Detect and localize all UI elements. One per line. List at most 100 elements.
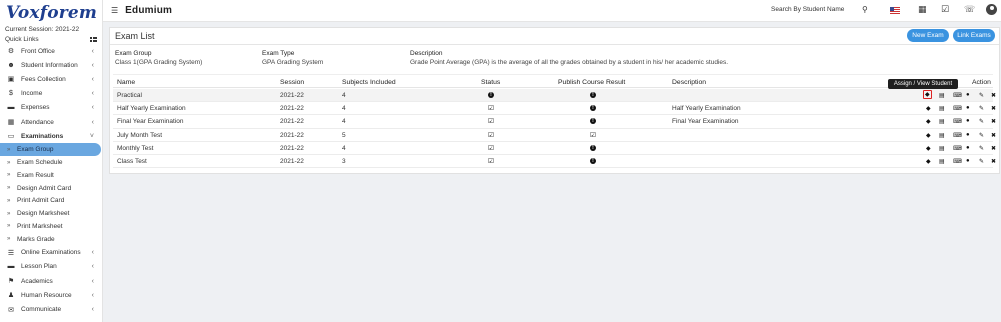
sidebar-item-icon: ⚙ bbox=[7, 48, 15, 56]
sidebar-item-attendance[interactable]: ▦ Attendance ‹ bbox=[0, 115, 102, 129]
submenu-marks-grade[interactable]: » Marks Grade bbox=[0, 233, 102, 246]
description-value: Grade Point Average (GPA) is the average… bbox=[410, 58, 729, 66]
comment-icon[interactable]: ● bbox=[966, 92, 970, 98]
submenu-exam-result[interactable]: » Exam Result bbox=[0, 169, 102, 182]
submenu-exam-group[interactable]: » Exam Group bbox=[0, 143, 101, 157]
publish-info-icon: ! bbox=[590, 118, 596, 125]
sidebar-item-communicate[interactable]: ✉ Communicate ‹ bbox=[0, 302, 102, 316]
subjects-count: 3 bbox=[342, 157, 346, 165]
pencil-icon[interactable]: ✎ bbox=[979, 92, 984, 99]
tag-icon[interactable]: ◆ bbox=[926, 105, 931, 112]
exam-description: Half Yearly Examination bbox=[672, 105, 741, 113]
sidebar-item-human-resource[interactable]: ♟ Human Resource ‹ bbox=[0, 288, 102, 302]
comment-icon[interactable]: ● bbox=[966, 158, 970, 164]
keyboard-icon[interactable]: ⌨ bbox=[953, 118, 962, 125]
submenu-print-marksheet[interactable]: » Print Marksheet bbox=[0, 220, 102, 233]
keyboard-icon[interactable]: ⌨ bbox=[953, 145, 962, 152]
keyboard-icon[interactable]: ⌨ bbox=[953, 158, 962, 165]
double-chevron-icon: » bbox=[7, 159, 11, 166]
chevron-icon: ‹ bbox=[91, 249, 94, 257]
tasks-icon[interactable]: ☑ bbox=[941, 4, 949, 15]
menu-toggle-icon[interactable]: ☰ bbox=[111, 6, 118, 15]
pencil-icon[interactable]: ✎ bbox=[979, 132, 984, 139]
pencil-icon[interactable]: ✎ bbox=[979, 118, 984, 125]
col-status[interactable]: Status bbox=[481, 79, 500, 86]
sidebar-item-academics[interactable]: ⚑ Academics ‹ bbox=[0, 274, 102, 288]
sidebar-item-student-information[interactable]: ☻ Student Information ‹ bbox=[0, 58, 102, 72]
status-check-icon: ☑ bbox=[488, 157, 494, 165]
search-icon[interactable]: ⚲ bbox=[862, 5, 868, 14]
close-icon[interactable]: ✖ bbox=[991, 132, 996, 139]
book-icon[interactable]: ▤ bbox=[939, 132, 945, 139]
link-exams-button[interactable]: Link Exams bbox=[953, 29, 995, 42]
book-icon[interactable]: ▤ bbox=[939, 158, 945, 165]
submenu-design-admit-card[interactable]: » Design Admit Card bbox=[0, 182, 102, 195]
chevron-icon: ‹ bbox=[91, 90, 94, 98]
language-flag-icon[interactable] bbox=[890, 7, 900, 14]
submenu-label: Exam Result bbox=[17, 171, 54, 179]
publish-check-icon: ☑ bbox=[590, 131, 596, 139]
sidebar-item-online-examinations[interactable]: ☰ Online Examinations ‹ bbox=[0, 246, 102, 260]
double-chevron-icon: » bbox=[7, 146, 11, 153]
grid-icon[interactable] bbox=[90, 36, 97, 43]
col-subjects[interactable]: Subjects Included bbox=[342, 79, 396, 86]
sidebar-item-income[interactable]: $ Income ‹ bbox=[0, 87, 102, 101]
exam-name: July Month Test bbox=[117, 131, 163, 139]
new-exam-button[interactable]: New Exam bbox=[907, 29, 949, 42]
whatsapp-icon[interactable]: ☏ bbox=[964, 4, 975, 15]
tag-icon[interactable]: ◆ bbox=[926, 132, 931, 139]
tag-icon[interactable]: ◆ bbox=[926, 158, 931, 165]
subjects-count: 4 bbox=[342, 92, 346, 99]
col-publish[interactable]: Publish Course Result bbox=[558, 79, 625, 86]
submenu-exam-schedule[interactable]: » Exam Schedule bbox=[0, 156, 102, 169]
calendar-icon[interactable]: ▦ bbox=[918, 4, 927, 15]
exam-description: Final Year Examination bbox=[672, 118, 739, 126]
keyboard-icon[interactable]: ⌨ bbox=[953, 105, 962, 112]
table-row: Half Yearly Examination 2021-22 4 ☑! Half Ye… bbox=[113, 102, 996, 116]
sidebar-item-front-office[interactable]: ⚙ Front Office ‹ bbox=[0, 44, 102, 58]
comment-icon[interactable]: ● bbox=[966, 145, 970, 151]
chevron-icon: ‹ bbox=[91, 291, 94, 299]
close-icon[interactable]: ✖ bbox=[991, 158, 996, 165]
col-name[interactable]: Name bbox=[117, 79, 135, 86]
book-icon[interactable]: ▤ bbox=[939, 118, 945, 125]
close-icon[interactable]: ✖ bbox=[991, 145, 996, 152]
search-input[interactable]: Search By Student Name bbox=[771, 5, 854, 17]
sidebar-item-lesson-plan[interactable]: ▬ Lesson Plan ‹ bbox=[0, 260, 102, 274]
quick-links[interactable]: Quick Links bbox=[0, 33, 102, 44]
book-icon[interactable]: ▤ bbox=[939, 145, 945, 152]
chevron-icon: ‹ bbox=[91, 61, 94, 69]
submenu-design-marksheet[interactable]: » Design Marksheet bbox=[0, 207, 102, 220]
pencil-icon[interactable]: ✎ bbox=[979, 145, 984, 152]
sidebar-item-label: Academics bbox=[21, 277, 53, 285]
comment-icon[interactable]: ● bbox=[966, 132, 970, 138]
comment-icon[interactable]: ● bbox=[966, 118, 970, 124]
close-icon[interactable]: ✖ bbox=[991, 92, 996, 99]
close-icon[interactable]: ✖ bbox=[991, 118, 996, 125]
tag-icon[interactable]: ◆ bbox=[923, 90, 932, 99]
keyboard-icon[interactable]: ⌨ bbox=[953, 132, 962, 139]
tag-icon[interactable]: ◆ bbox=[926, 118, 931, 125]
close-icon[interactable]: ✖ bbox=[991, 105, 996, 112]
comment-icon[interactable]: ● bbox=[966, 105, 970, 111]
sidebar-item-fees-collection[interactable]: ▣ Fees Collection ‹ bbox=[0, 72, 102, 86]
book-icon[interactable]: ▤ bbox=[939, 105, 945, 112]
avatar[interactable] bbox=[986, 4, 997, 15]
col-description[interactable]: Description bbox=[672, 79, 706, 86]
tag-icon[interactable]: ◆ bbox=[926, 145, 931, 152]
sidebar-item-expenses[interactable]: ▬ Expenses ‹ bbox=[0, 101, 102, 115]
submenu-print-admit-card[interactable]: » Print Admit Card bbox=[0, 195, 102, 208]
pencil-icon[interactable]: ✎ bbox=[979, 105, 984, 112]
keyboard-icon[interactable]: ⌨ bbox=[953, 92, 962, 99]
logo[interactable]: Voxforem bbox=[0, 0, 102, 23]
exam-session: 2021-22 bbox=[280, 144, 304, 152]
sidebar-item-examinations[interactable]: ▭ Examinations ˅ bbox=[0, 129, 102, 143]
book-icon[interactable]: ▤ bbox=[939, 92, 945, 99]
subjects-count: 4 bbox=[342, 105, 346, 113]
submenu-label: Print Admit Card bbox=[17, 197, 65, 205]
exam-list-panel: Exam List New Exam Link Exams Exam Group… bbox=[109, 27, 1000, 174]
double-chevron-icon: » bbox=[7, 185, 11, 192]
col-session[interactable]: Session bbox=[280, 79, 304, 86]
submenu-label: Design Marksheet bbox=[17, 210, 70, 218]
pencil-icon[interactable]: ✎ bbox=[979, 158, 984, 165]
